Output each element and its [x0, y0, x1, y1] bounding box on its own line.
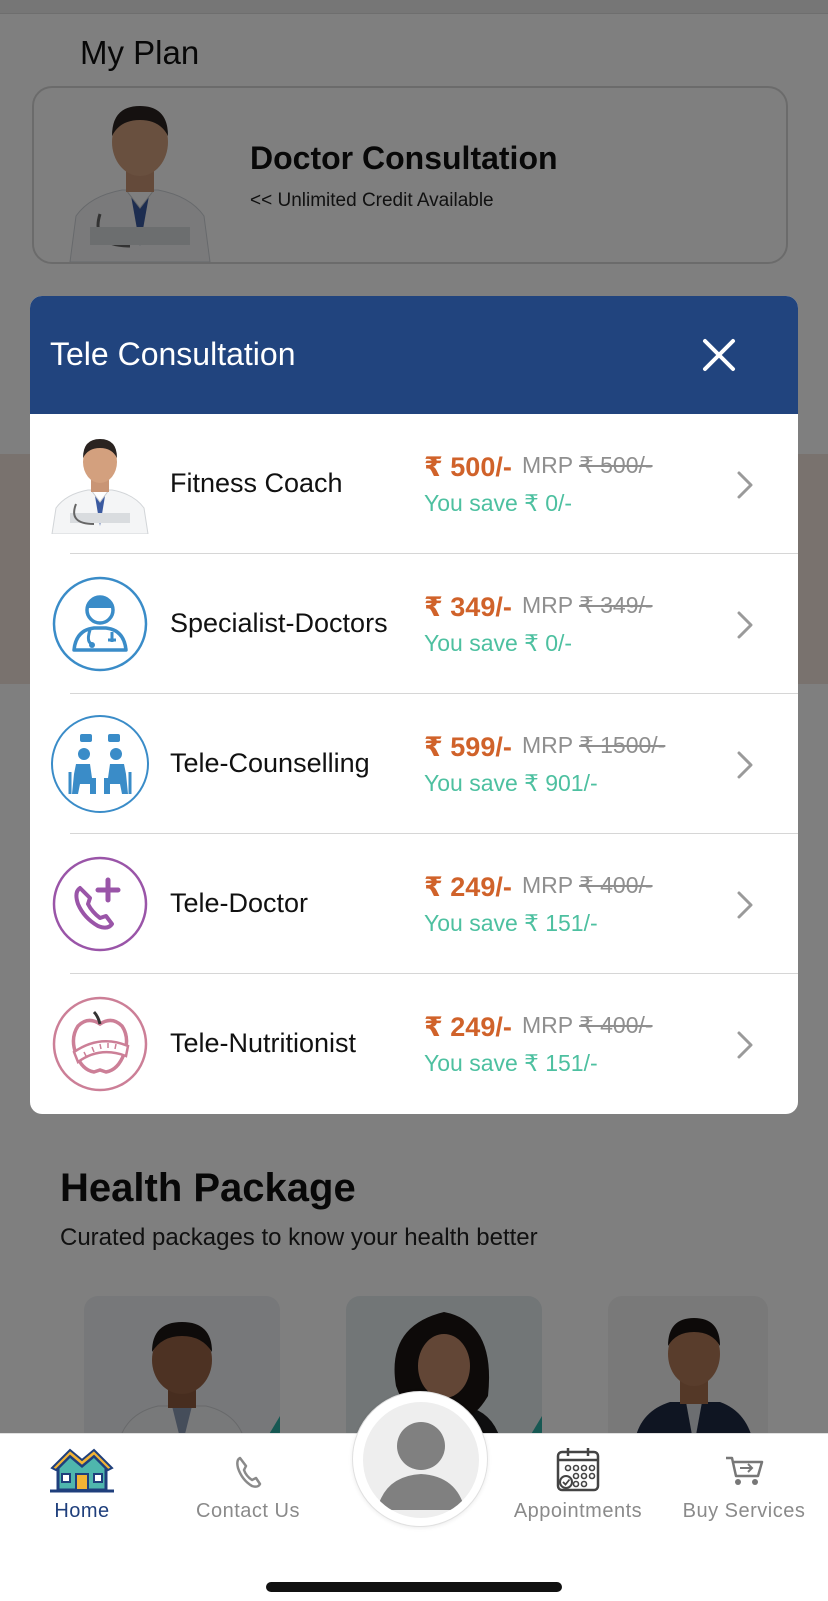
service-list: Fitness Coach ₹ 500/- MRP ₹ 500/- You sa… — [30, 414, 798, 1114]
service-savings: You save ₹ 0/- — [424, 630, 573, 656]
cart-icon — [726, 1456, 764, 1485]
profile-button[interactable] — [352, 1391, 488, 1527]
service-price: ₹ 349/- — [424, 592, 512, 622]
mrp-value: ₹ 1500/- — [579, 732, 666, 758]
service-price: ₹ 500/- — [424, 452, 512, 482]
calendar-icon — [556, 1448, 600, 1492]
tab-home-label: Home — [54, 1500, 110, 1522]
avatar — [363, 1402, 479, 1518]
mrp-label: MRP — [522, 1012, 573, 1038]
mrp-value: ₹ 500/- — [579, 452, 653, 478]
close-icon[interactable] — [696, 332, 742, 378]
tab-appointments[interactable]: Appointments — [498, 1444, 658, 1534]
mrp-label: MRP — [522, 872, 573, 898]
home-indicator — [266, 1582, 562, 1592]
chevron-right-icon — [737, 751, 753, 779]
mrp-label: MRP — [522, 732, 573, 758]
apple-tape-icon — [52, 996, 148, 1092]
tab-contact-us[interactable]: Contact Us — [168, 1444, 328, 1534]
service-price: ₹ 249/- — [424, 872, 512, 902]
list-item[interactable]: Tele-Nutritionist ₹ 249/- MRP ₹ 400/- Yo… — [52, 974, 798, 1114]
counselling-icon — [51, 715, 149, 813]
list-item[interactable]: Specialist-Doctors ₹ 349/- MRP ₹ 349/- Y… — [52, 554, 798, 694]
service-name: Fitness Coach — [170, 468, 343, 498]
phone-icon — [236, 1456, 262, 1488]
service-name: Tele-Doctor — [170, 888, 309, 918]
phone-plus-icon — [52, 856, 148, 952]
mrp-value: ₹ 400/- — [579, 1012, 653, 1038]
modal-title: Tele Consultation — [50, 336, 296, 372]
tele-consultation-modal: Tele Consultation Fitness Coach ₹ 500/- … — [30, 296, 798, 1114]
chevron-right-icon — [737, 1031, 753, 1059]
service-mrp: MRP ₹ 400/- — [522, 872, 653, 899]
mrp-label: MRP — [522, 452, 573, 478]
tab-buy-services[interactable]: Buy Services — [664, 1444, 824, 1534]
service-price: ₹ 249/- — [424, 1012, 512, 1042]
list-item[interactable]: Tele-Doctor ₹ 249/- MRP ₹ 400/- You save… — [52, 834, 798, 974]
service-name: Specialist-Doctors — [170, 608, 388, 638]
list-item[interactable]: Tele-Counselling ₹ 599/- MRP ₹ 1500/- Yo… — [51, 694, 798, 834]
service-savings: You save ₹ 0/- — [424, 490, 573, 516]
mrp-label: MRP — [522, 592, 573, 618]
service-price: ₹ 599/- — [424, 732, 512, 762]
tab-contact-label: Contact Us — [196, 1500, 300, 1522]
chevron-right-icon — [737, 891, 753, 919]
doctor-photo-icon — [51, 439, 149, 534]
home-icon — [50, 1448, 114, 1493]
service-savings: You save ₹ 151/- — [424, 910, 598, 936]
chevron-right-icon — [737, 611, 753, 639]
user-silhouette-icon — [377, 1422, 465, 1510]
tab-appointments-label: Appointments — [513, 1500, 643, 1522]
mrp-value: ₹ 349/- — [579, 592, 653, 618]
service-mrp: MRP ₹ 500/- — [522, 452, 653, 479]
modal-header: Tele Consultation — [30, 296, 798, 414]
list-item[interactable]: Fitness Coach ₹ 500/- MRP ₹ 500/- You sa… — [51, 414, 798, 554]
service-mrp: MRP ₹ 1500/- — [522, 732, 665, 759]
service-savings: You save ₹ 151/- — [424, 1050, 598, 1076]
mrp-value: ₹ 400/- — [579, 872, 653, 898]
service-mrp: MRP ₹ 349/- — [522, 592, 653, 619]
tab-home[interactable]: Home — [2, 1444, 162, 1534]
service-name: Tele-Counselling — [170, 748, 370, 778]
service-mrp: MRP ₹ 400/- — [522, 1012, 653, 1039]
service-savings: You save ₹ 901/- — [424, 770, 598, 796]
chevron-right-icon — [737, 471, 753, 499]
specialist-doctor-icon — [52, 576, 148, 672]
service-name: Tele-Nutritionist — [170, 1028, 357, 1058]
tab-buy-label: Buy Services — [682, 1500, 806, 1522]
